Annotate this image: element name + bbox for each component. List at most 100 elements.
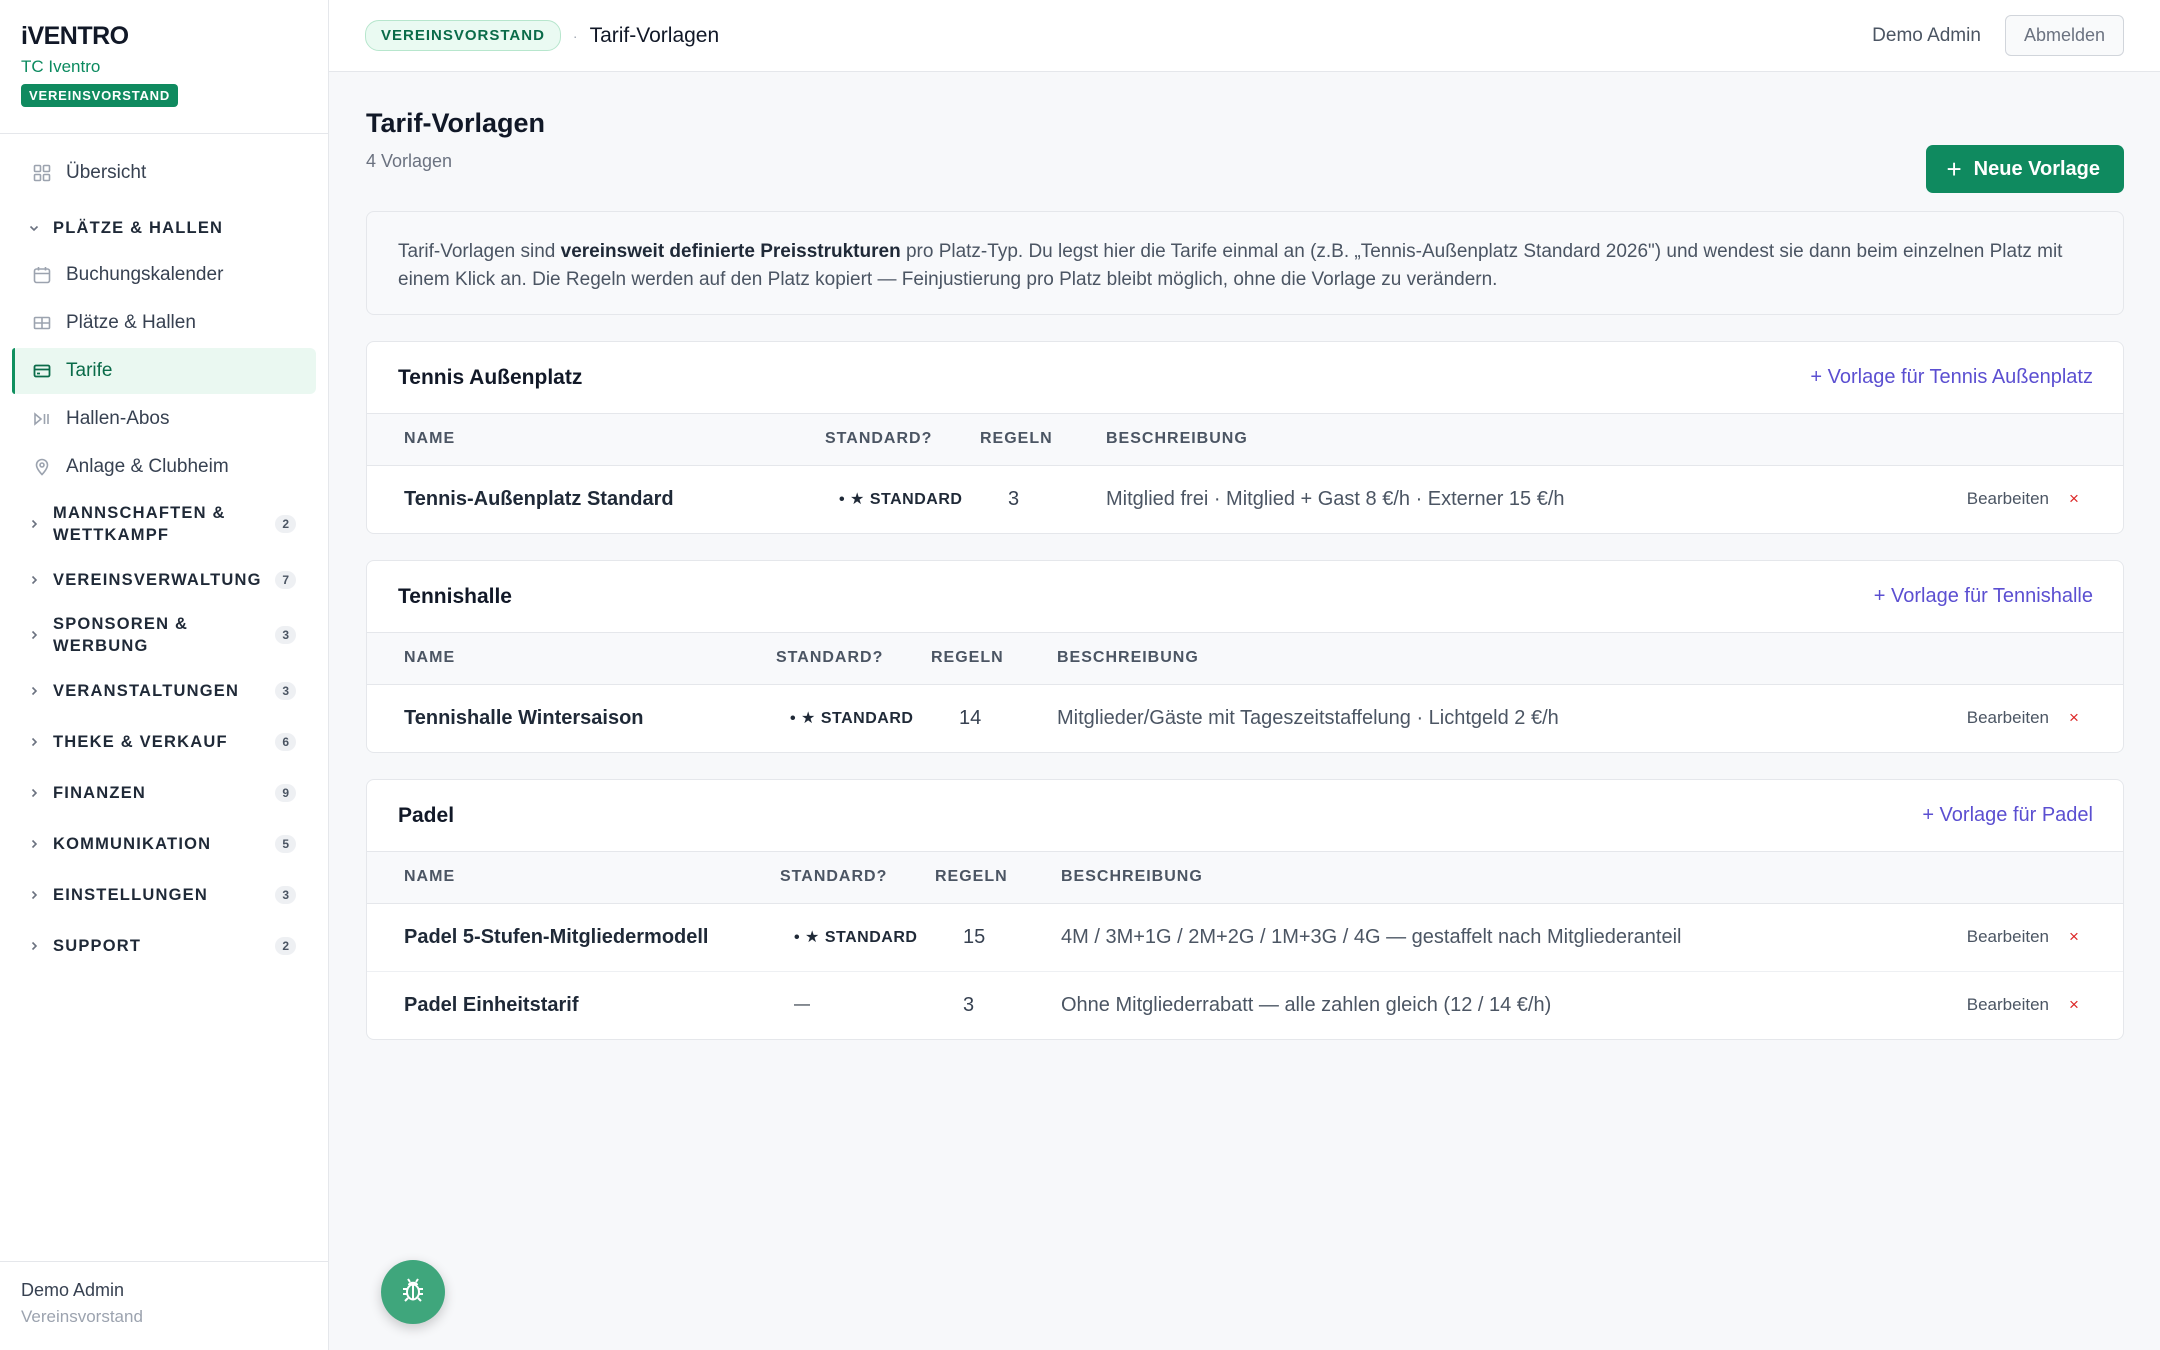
info-text-bold: vereinsweit definierte Preisstrukturen (560, 241, 901, 262)
sidebar-item-plaetze-hallen[interactable]: Plätze & Hallen (12, 300, 316, 346)
template-name: Padel Einheitstarif (404, 993, 579, 1016)
section-count-badge: 5 (275, 834, 296, 853)
template-description: 4M / 3M+1G / 2M+2G / 1M+3G / 4G — gestaf… (1061, 925, 1682, 948)
court-icon (32, 313, 52, 333)
page-subtitle: 4 Vorlagen (366, 151, 453, 171)
templates-table: NAME STANDARD? REGELN BESCHREIBUNG Tennishal… (367, 633, 2123, 752)
brand: iVENTRO TC Iventro VEREINSVORSTAND (0, 0, 328, 134)
info-text: Tarif-Vorlagen sind (398, 241, 561, 262)
page-header: Tarif-Vorlagen 4 Vorlagen + Neue Vorlage (366, 72, 2124, 211)
section-title: KOMMUNIKATION (53, 834, 212, 853)
table-header-row: NAME STANDARD? REGELN BESCHREIBUNG (367, 852, 2123, 903)
main-content: Tarif-Vorlagen 4 Vorlagen + Neue Vorlage… (366, 72, 2124, 1040)
nav-section-0[interactable]: MANNSCHAFTEN & WETTKAMPF 2 (12, 494, 316, 554)
add-template-link[interactable]: + Vorlage für Tennishalle (1874, 585, 2093, 608)
nav-section-6[interactable]: KOMMUNIKATION 5 (12, 818, 316, 869)
card-title: Tennishalle (398, 584, 512, 608)
nav-section-7[interactable]: EINSTELLUNGEN 3 (12, 869, 316, 920)
map-pin-icon (32, 457, 52, 477)
table-header-row: NAME STANDARD? REGELN BESCHREIBUNG (367, 414, 2123, 465)
rules-count: 14 (959, 706, 982, 729)
template-name: Tennishalle Wintersaison (404, 706, 644, 729)
nav-section-plaetze-hallen[interactable]: PLÄTZE & HALLEN (12, 206, 316, 250)
section-count-badge: 7 (275, 570, 296, 589)
nav-section-4[interactable]: THEKE & VERKAUF 6 (12, 716, 316, 767)
sidebar-item-tarife[interactable]: Tarife (12, 348, 316, 394)
standard-badge: • ★ STANDARD (839, 491, 963, 509)
main-nav: Übersicht PLÄTZE & HALLEN Buchungskalend… (0, 134, 328, 971)
add-template-link[interactable]: + Vorlage für Padel (1922, 804, 2093, 827)
nav-section-5[interactable]: FINANZEN 9 (12, 767, 316, 818)
grid-icon (32, 163, 52, 183)
calendar-icon (32, 265, 52, 285)
section-title: VERANSTALTUNGEN (53, 681, 240, 700)
brand-logo[interactable]: iVENTRO (21, 22, 307, 51)
delete-button[interactable]: × (2049, 903, 2123, 971)
table-row: Padel Einheitstarif — 3 Ohne Mitgliederraba… (367, 971, 2123, 1039)
chevron-right-icon (28, 889, 44, 901)
sidebar-item-anlage-clubheim[interactable]: Anlage & Clubheim (12, 444, 316, 490)
add-template-link[interactable]: + Vorlage für Tennis Außenplatz (1810, 366, 2093, 389)
chevron-right-icon (28, 838, 44, 850)
section-title: VEREINSVERWALTUNG (53, 570, 262, 589)
card-header: Tennishalle + Vorlage für Tennishalle (367, 561, 2123, 633)
section-count-badge: 6 (275, 732, 296, 751)
sidebar-item-label: Übersicht (66, 162, 147, 183)
section-count-badge: 3 (275, 626, 296, 644)
rules-count: 3 (1008, 487, 1020, 510)
chevron-right-icon (28, 940, 44, 952)
standard-badge: • ★ STANDARD (794, 929, 918, 946)
template-name: Tennis-Außenplatz Standard (404, 487, 674, 510)
delete-button[interactable]: × (2049, 465, 2123, 533)
topbar-user-name: Demo Admin (1872, 24, 1981, 46)
logout-button[interactable]: Abmelden (2004, 15, 2124, 56)
edit-button[interactable]: Bearbeiten (1889, 684, 2049, 752)
breadcrumb-role-badge[interactable]: VEREINSVORSTAND (365, 20, 561, 51)
sidebar-item-label: Plätze & Hallen (66, 312, 196, 333)
template-description: Ohne Mitgliederrabatt — alle zahlen glei… (1061, 993, 1552, 1016)
bug-report-button[interactable] (381, 1260, 445, 1324)
column-header-standard: STANDARD? (776, 649, 884, 667)
breadcrumb-separator: · (572, 27, 578, 44)
edit-button[interactable]: Bearbeiten (1889, 971, 2049, 1039)
template-group-card: Padel + Vorlage für Padel NAME STANDARD? REG… (366, 779, 2124, 1040)
sidebar-item-buchungskalender[interactable]: Buchungskalender (12, 252, 316, 298)
nav-section-8[interactable]: SUPPORT 2 (12, 920, 316, 971)
template-name: Padel 5-Stufen-Mitgliedermodell (404, 925, 709, 948)
delete-button[interactable]: × (2049, 684, 2123, 752)
role-badge: VEREINSVORSTAND (21, 84, 179, 107)
nav-section-2[interactable]: SPONSOREN & WERBUNG 3 (12, 605, 316, 665)
bug-icon (399, 1276, 427, 1309)
section-title: THEKE & VERKAUF (53, 732, 228, 751)
chevron-down-icon (28, 222, 44, 234)
delete-button[interactable]: × (2049, 971, 2123, 1039)
edit-button[interactable]: Bearbeiten (1889, 465, 2049, 533)
section-title: EINSTELLUNGEN (53, 885, 208, 904)
chevron-right-icon (28, 518, 44, 530)
card-title: Tennis Außenplatz (398, 365, 583, 389)
current-user-name: Demo Admin (21, 1280, 125, 1300)
standard-badge: — (794, 996, 811, 1014)
column-header-description: BESCHREIBUNG (1106, 430, 1248, 448)
breadcrumb-current: Tarif-Vorlagen (589, 23, 720, 47)
new-template-button[interactable]: + Neue Vorlage (1926, 145, 2124, 193)
chevron-right-icon (28, 736, 44, 748)
template-group-card: Tennishalle + Vorlage für Tennishalle NAME… (366, 560, 2124, 753)
chevron-right-icon (28, 629, 44, 641)
section-count-badge: 3 (275, 885, 296, 904)
edit-button[interactable]: Bearbeiten (1889, 903, 2049, 971)
nav-section-1[interactable]: VEREINSVERWALTUNG 7 (12, 554, 316, 605)
sidebar-item-hallen-abos[interactable]: Hallen-Abos (12, 396, 316, 442)
sidebar-item-overview[interactable]: Übersicht (12, 150, 316, 196)
plus-icon: + (1946, 154, 1962, 184)
standard-badge: • ★ STANDARD (790, 710, 914, 728)
column-header-rules: REGELN (931, 649, 1004, 667)
column-header-name: NAME (404, 868, 456, 886)
rules-count: 15 (963, 925, 986, 948)
section-count-badge: 9 (275, 783, 296, 802)
card-title: Padel (398, 803, 455, 827)
nav-section-3[interactable]: VERANSTALTUNGEN 3 (12, 665, 316, 716)
template-group-card: Tennis Außenplatz + Vorlage für Tennis Au… (366, 341, 2124, 534)
section-count-badge: 2 (275, 515, 296, 533)
new-template-label: Neue Vorlage (1973, 157, 2100, 180)
